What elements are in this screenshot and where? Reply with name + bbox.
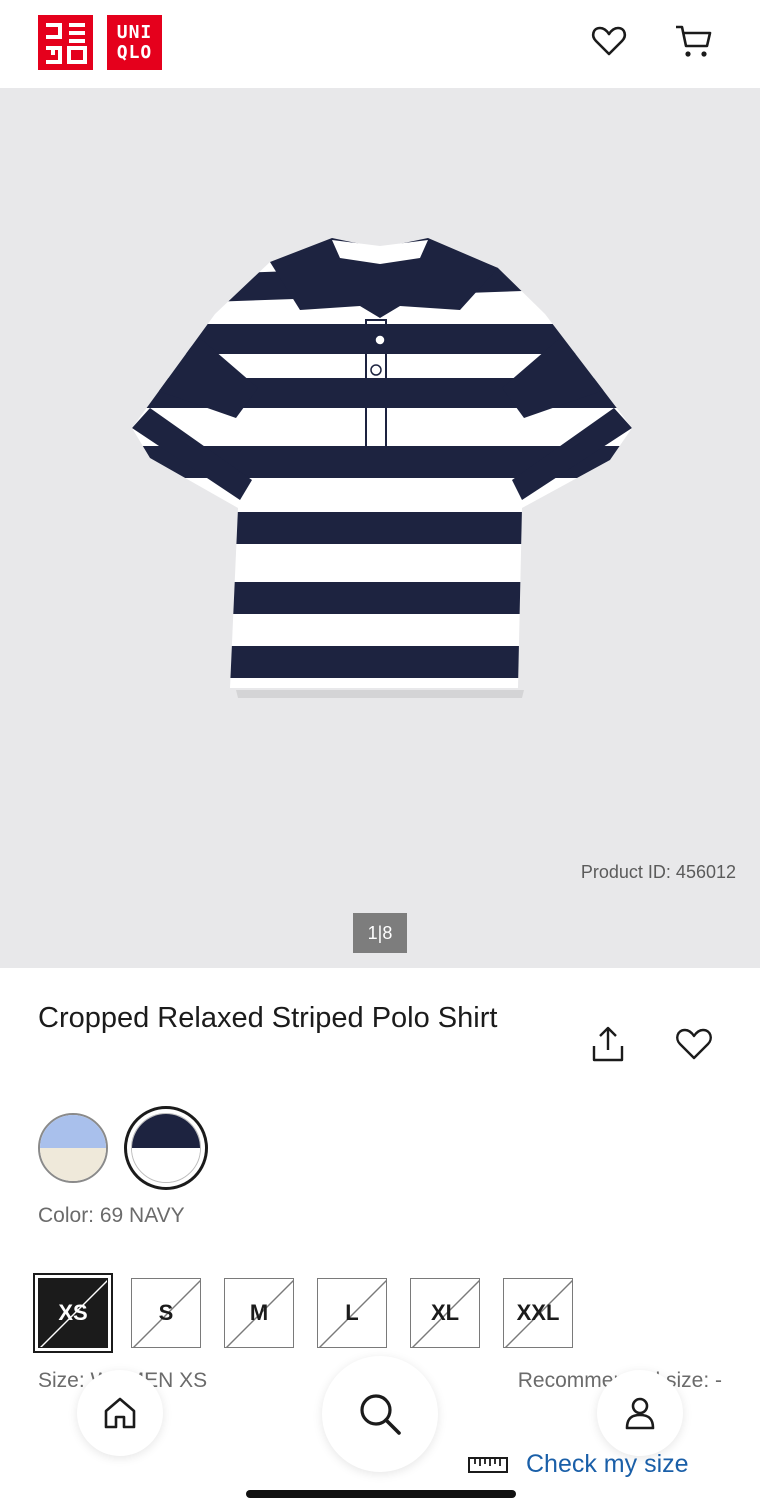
- size-option-m[interactable]: M: [224, 1278, 294, 1348]
- logo-english-block: UNI QLO: [107, 15, 162, 70]
- ruler-icon: [468, 1456, 508, 1473]
- cart-icon[interactable]: [674, 22, 712, 60]
- size-option-label: S: [158, 1300, 174, 1325]
- heart-icon[interactable]: [674, 1024, 714, 1064]
- account-button[interactable]: [597, 1370, 683, 1456]
- size-option-xl[interactable]: XL: [410, 1278, 480, 1348]
- product-photo: [132, 238, 632, 698]
- logo-line-2: QLO: [116, 41, 153, 63]
- uniqlo-logo[interactable]: UNI QLO: [38, 15, 162, 70]
- size-option-label: M: [249, 1300, 269, 1325]
- app-header: UNI QLO: [0, 0, 760, 88]
- product-image-carousel[interactable]: Product ID: 456012 1|8: [0, 88, 760, 968]
- search-button[interactable]: [322, 1356, 438, 1472]
- search-icon: [360, 1394, 401, 1435]
- home-icon: [104, 1397, 136, 1429]
- size-option-xs[interactable]: XS: [38, 1278, 108, 1348]
- size-option-label: L: [345, 1300, 359, 1325]
- share-icon[interactable]: [588, 1024, 628, 1064]
- heart-icon[interactable]: [590, 22, 628, 60]
- size-option-xxl[interactable]: XXL: [503, 1278, 573, 1348]
- logo-katakana-block: [38, 15, 93, 70]
- size-option-label: XL: [430, 1300, 460, 1325]
- size-option-label: XS: [58, 1300, 88, 1325]
- size-option-s[interactable]: S: [131, 1278, 201, 1348]
- size-option-label: XXL: [516, 1300, 560, 1325]
- color-swatch-navy[interactable]: [131, 1113, 201, 1183]
- color-swatch-blue[interactable]: [38, 1113, 108, 1183]
- home-button[interactable]: [77, 1370, 163, 1456]
- size-option-l[interactable]: L: [317, 1278, 387, 1348]
- check-my-size-link[interactable]: Check my size: [468, 1450, 689, 1479]
- check-my-size-label: Check my size: [526, 1450, 689, 1478]
- home-indicator: [246, 1490, 516, 1498]
- logo-line-1: UNI: [116, 21, 153, 43]
- image-pager: 1|8: [353, 913, 407, 953]
- product-id: Product ID: 456012: [580, 862, 736, 882]
- color-label: Color: 69 NAVY: [38, 1204, 185, 1227]
- account-icon: [625, 1397, 655, 1430]
- product-title: Cropped Relaxed Striped Polo Shirt: [38, 1002, 498, 1034]
